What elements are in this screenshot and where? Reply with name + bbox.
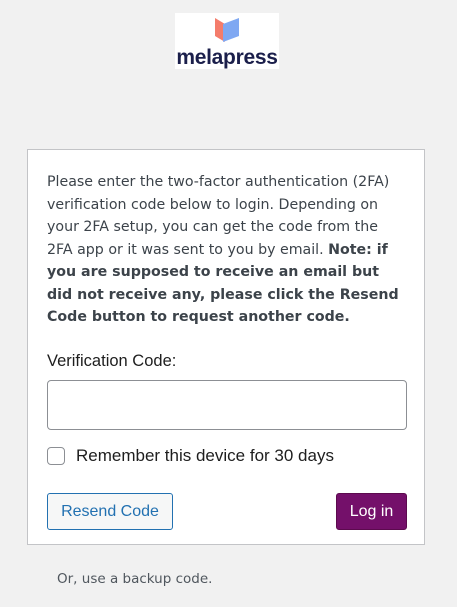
melapress-logo-icon	[215, 18, 239, 42]
verification-code-label: Verification Code:	[47, 352, 177, 370]
logo-wordmark: melapress	[176, 46, 278, 69]
remember-device-label: Remember this device for 30 days	[76, 446, 334, 465]
log-in-button[interactable]: Log in	[336, 493, 407, 530]
backup-code-link[interactable]: Or, use a backup code.	[57, 571, 212, 587]
resend-code-button[interactable]: Resend Code	[47, 493, 173, 530]
instruction-text: Please enter the two-factor authenticati…	[47, 171, 402, 329]
site-logo[interactable]: melapress	[175, 13, 279, 69]
remember-device-row[interactable]: Remember this device for 30 days	[47, 446, 334, 466]
remember-device-checkbox[interactable]	[47, 447, 65, 465]
login-form-card: Please enter the two-factor authenticati…	[27, 149, 425, 545]
verification-code-input[interactable]	[47, 380, 407, 430]
